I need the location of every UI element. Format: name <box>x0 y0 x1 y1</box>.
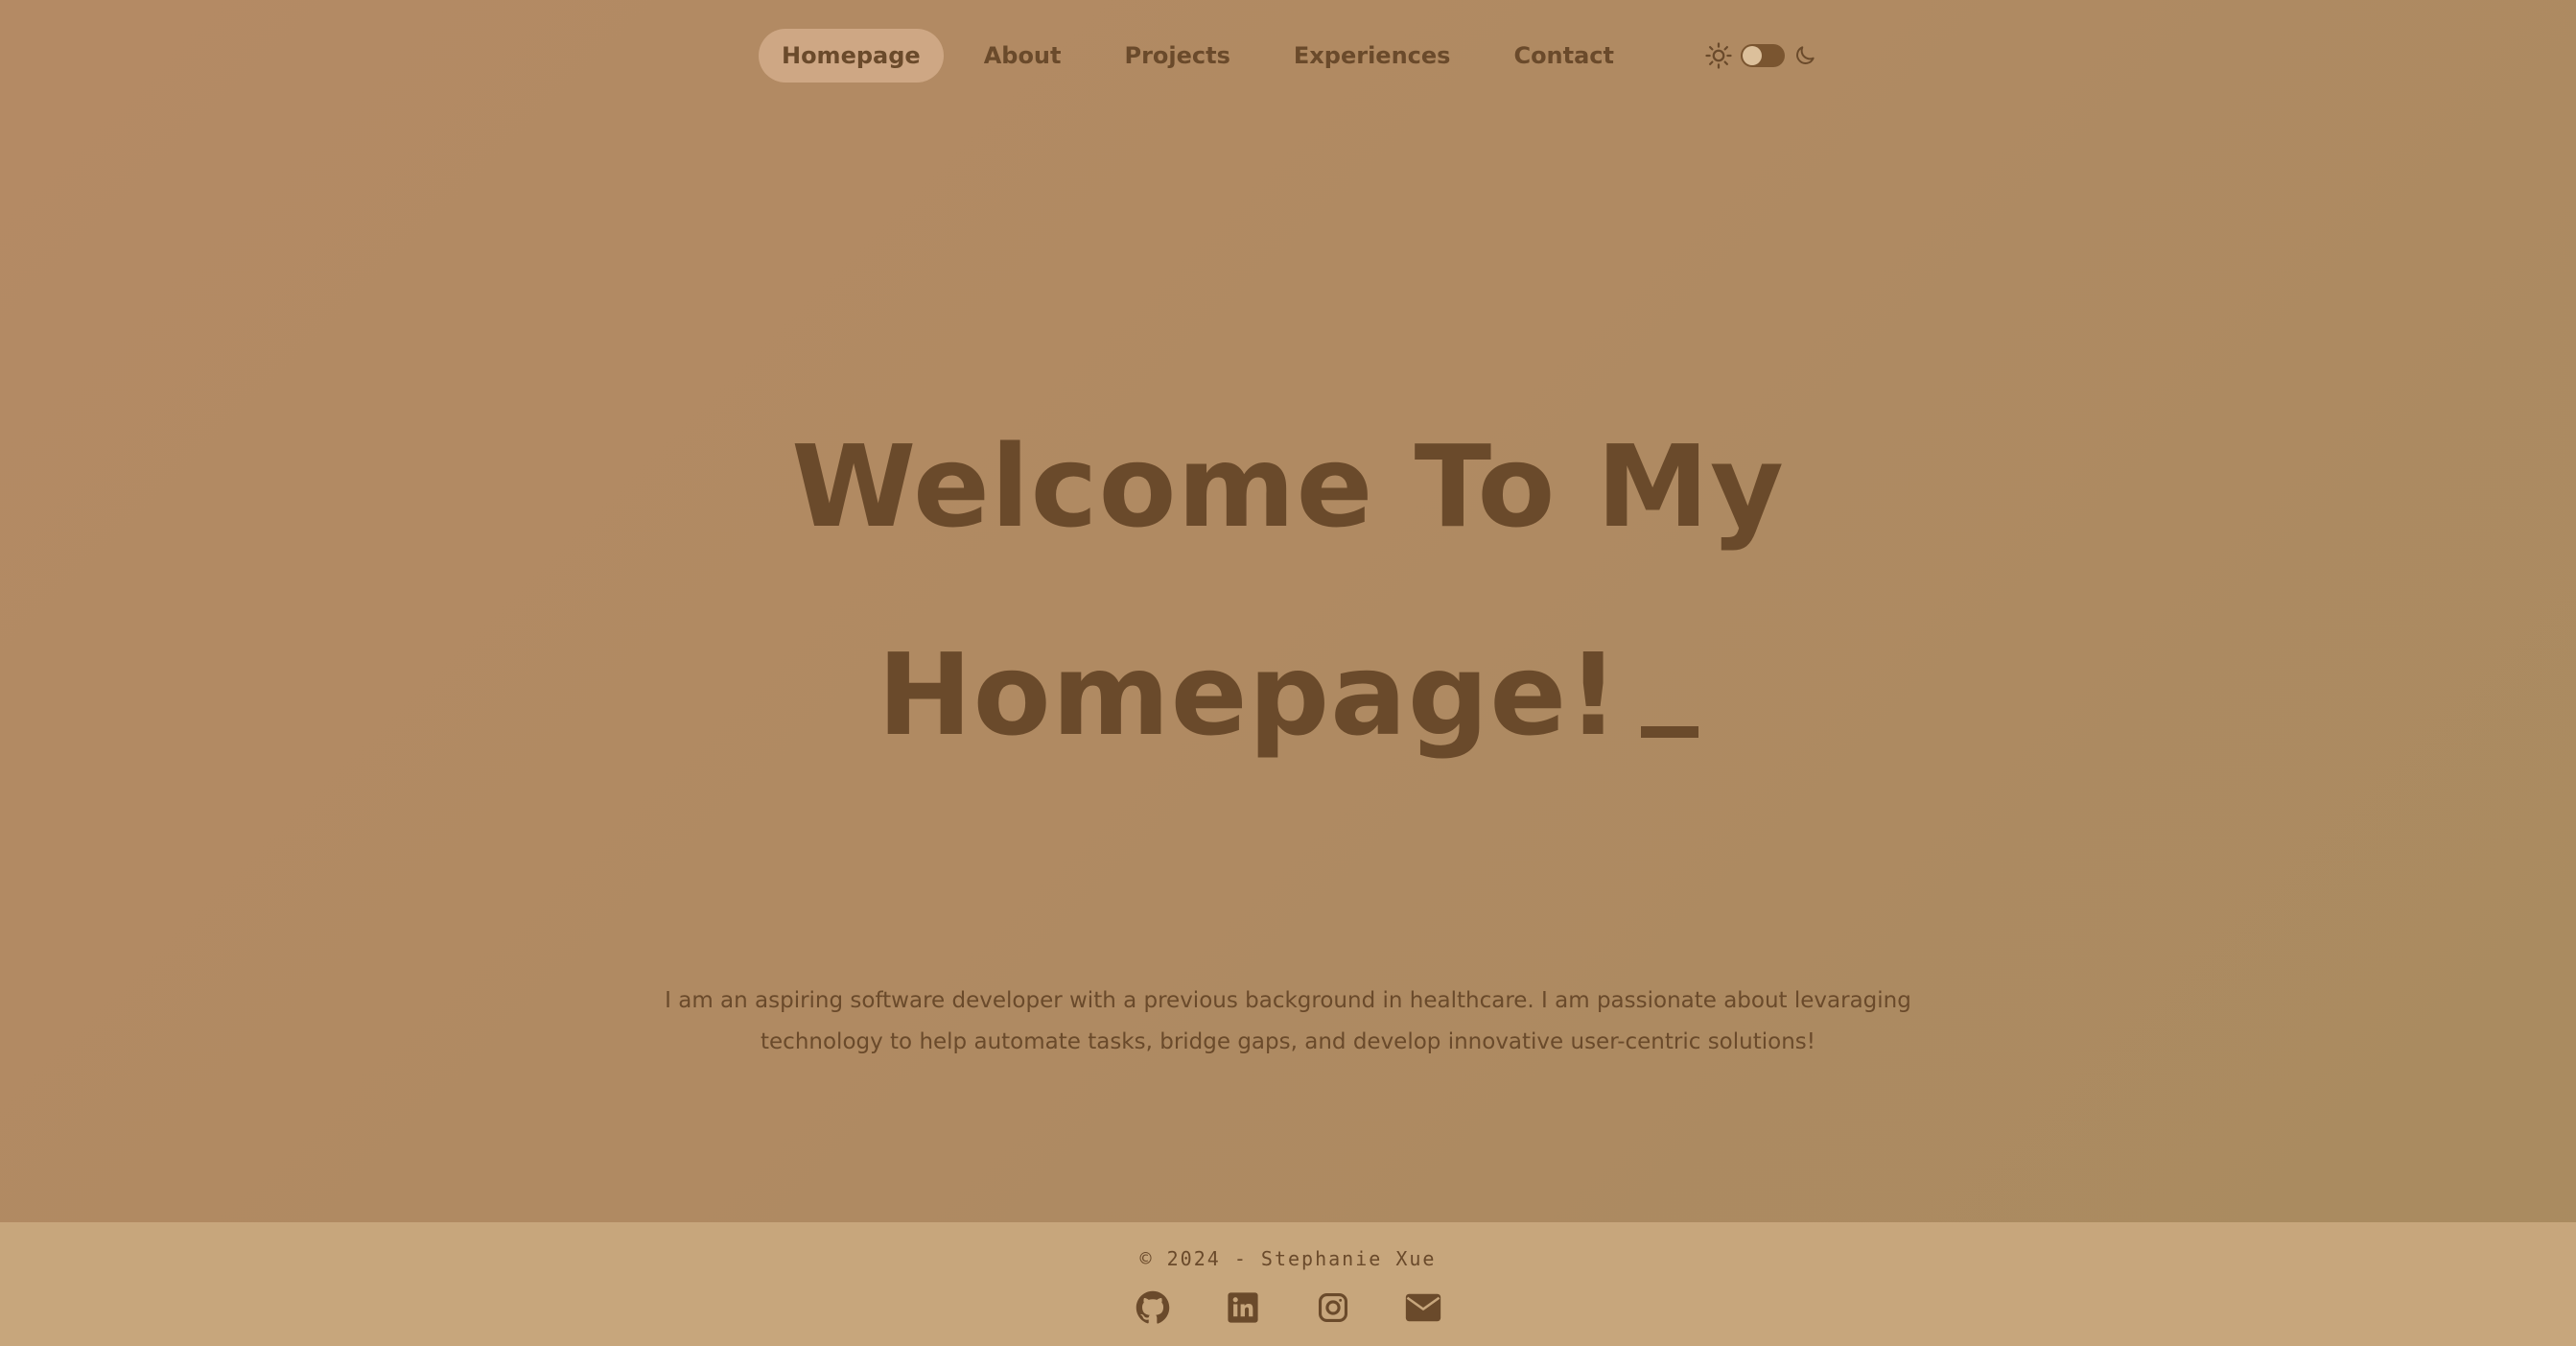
typing-cursor <box>1641 726 1699 738</box>
hero-title-line-1: Welcome To My <box>791 420 1785 553</box>
theme-switch <box>1704 41 1817 70</box>
theme-toggle[interactable] <box>1741 44 1786 67</box>
top-nav: Homepage About Projects Experiences Cont… <box>0 29 2576 83</box>
instagram-icon[interactable] <box>1315 1289 1351 1326</box>
moon-icon <box>1792 43 1817 68</box>
hero-title-line-2-text: Homepage! <box>877 628 1621 761</box>
nav-item-projects[interactable]: Projects <box>1102 29 1253 83</box>
social-links <box>0 1289 2576 1326</box>
github-icon[interactable] <box>1135 1289 1171 1326</box>
nav-item-experiences[interactable]: Experiences <box>1271 29 1474 83</box>
nav-item-about[interactable]: About <box>961 29 1085 83</box>
toggle-knob <box>1743 46 1763 65</box>
nav-item-contact[interactable]: Contact <box>1490 29 1637 83</box>
footer: © 2024 - Stephanie Xue <box>0 1222 2576 1346</box>
hero-title-line-2: Homepage! <box>0 628 2576 761</box>
email-icon[interactable] <box>1405 1289 1441 1326</box>
linkedin-icon[interactable] <box>1225 1289 1261 1326</box>
sun-icon <box>1704 41 1733 70</box>
intro-text: I am an aspiring software developer with… <box>665 988 1911 1054</box>
nav-item-homepage[interactable]: Homepage <box>758 29 944 83</box>
nav-links: Homepage About Projects Experiences Cont… <box>758 29 1637 83</box>
copyright-text: © 2024 - Stephanie Xue <box>1139 1247 1437 1270</box>
